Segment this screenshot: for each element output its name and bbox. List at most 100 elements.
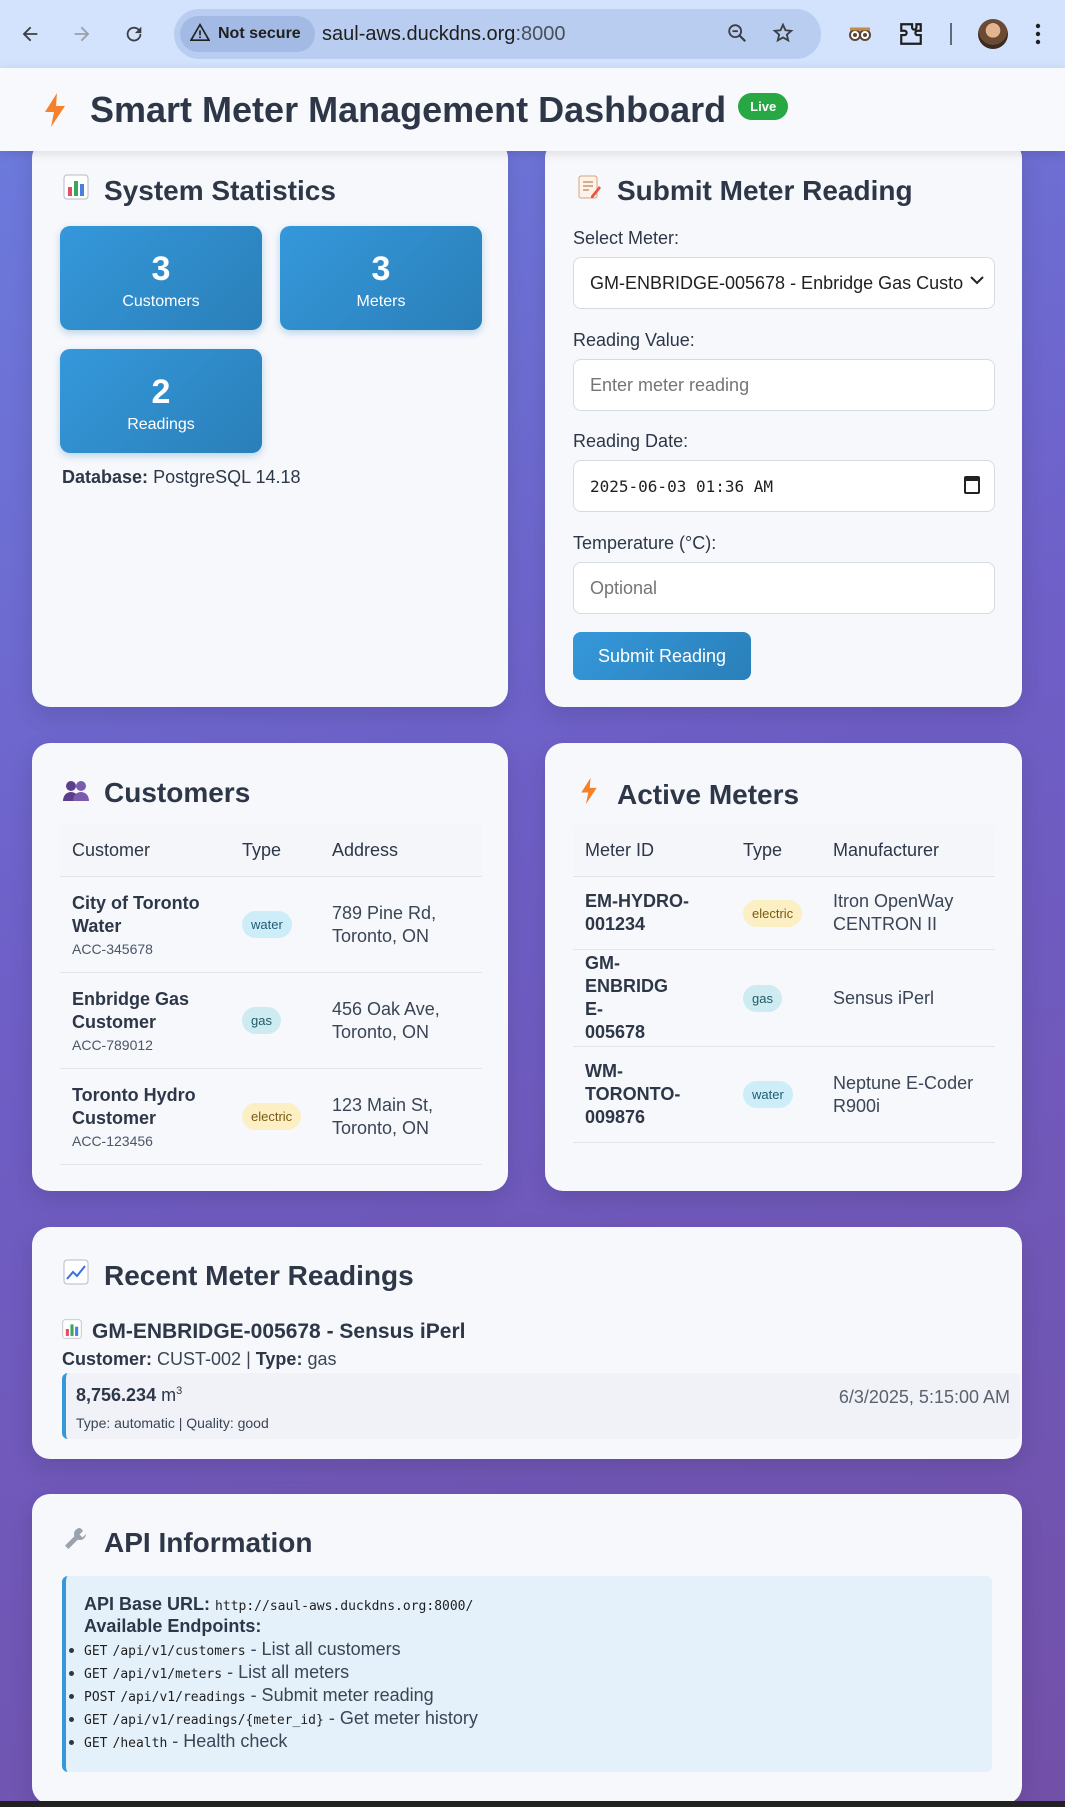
- bar-chart-icon: [62, 1319, 82, 1345]
- meter-select-value: GM-ENBRIDGE-005678 - Enbridge Gas Custo: [590, 272, 964, 293]
- temperature-placeholder: Optional: [590, 577, 658, 598]
- browser-menu-icon[interactable]: [1034, 0, 1042, 68]
- reading-customer-line: Customer: CUST-002 | Type: gas: [62, 1349, 337, 1369]
- temperature-input[interactable]: Optional: [573, 562, 995, 614]
- calendar-icon[interactable]: [964, 476, 980, 494]
- zoom-icon[interactable]: [726, 22, 748, 50]
- table-row[interactable]: WM- TORONTO- 009876 water Neptune E-Coder …: [573, 1047, 995, 1143]
- stat-label: Meters: [356, 293, 406, 310]
- chevron-down-icon: [970, 272, 984, 290]
- reload-icon[interactable]: [116, 16, 152, 52]
- endpoint-item: POST /api/v1/readings - Submit meter rea…: [69, 1685, 434, 1706]
- database-label: Database:: [62, 467, 149, 487]
- endpoint-item: GET /api/v1/readings/{meter_id} - Get me…: [69, 1708, 478, 1729]
- security-chip[interactable]: Not secure: [180, 16, 315, 52]
- bar-chart-icon: [62, 174, 90, 207]
- url-host: saul-aws.duckdns.org: [322, 23, 516, 45]
- url-text[interactable]: saul-aws.duckdns.org:8000: [322, 9, 566, 59]
- meter-manufacturer: Neptune E-Coder R900i: [833, 1072, 974, 1116]
- customer-account: ACC-123456: [72, 1133, 153, 1149]
- page-title: Smart Meter Management Dashboard: [90, 88, 727, 130]
- column-header: Manufacturer: [833, 840, 940, 860]
- endpoints-heading: Available Endpoints:: [84, 1616, 261, 1637]
- table-row[interactable]: City of Toronto Water ACC-345678 water 7…: [60, 877, 482, 973]
- reading-value: 8,756.234 m3: [76, 1385, 182, 1406]
- stat-value: 3: [371, 250, 391, 288]
- system-statistics-card: System Statistics 3 Customers 3 Meters 2…: [32, 140, 508, 707]
- extension-spy-icon[interactable]: [846, 0, 874, 68]
- back-arrow-icon[interactable]: [12, 16, 48, 52]
- endpoint-path: /api/v1/readings/{meter_id}: [112, 1713, 324, 1728]
- customers-title: Customers: [104, 777, 251, 808]
- endpoint-path: /api/v1/customers: [112, 1644, 246, 1659]
- customer-account: ACC-345678: [72, 941, 153, 957]
- type-badge: gas: [743, 984, 782, 1012]
- meters-title: Active Meters: [617, 778, 800, 810]
- endpoint-method: GET: [84, 1644, 108, 1659]
- table-row[interactable]: EM-HYDRO-001234 electric Itron OpenWay C…: [573, 877, 995, 950]
- customer-address: 123 Main St, Toronto, ON: [332, 1094, 434, 1138]
- meter-manufacturer: Itron OpenWay CENTRON II: [833, 891, 954, 934]
- profile-avatar[interactable]: [978, 0, 1008, 68]
- api-base-label: API Base URL:: [84, 1594, 211, 1614]
- meter-select[interactable]: GM-ENBRIDGE-005678 - Enbridge Gas Custo: [573, 257, 995, 309]
- endpoint-description: - List all customers: [245, 1639, 401, 1659]
- type-badge: electric: [743, 899, 803, 927]
- bookmark-star-icon[interactable]: [772, 22, 794, 50]
- table-header: Customer Type Address: [60, 825, 482, 877]
- reading-value-label: Reading Value:: [573, 330, 695, 350]
- endpoint-path: /api/v1/readings: [120, 1690, 246, 1705]
- endpoint-path: /health: [112, 1736, 168, 1751]
- wrench-icon: [62, 1526, 90, 1559]
- api-base-url-line: API Base URL: http://saul-aws.duckdns.or…: [84, 1594, 473, 1615]
- table-row[interactable]: GM- ENBRIDGE- 005678 gas Sensus iPerl: [573, 950, 995, 1047]
- card-title: Recent Meter Readings: [62, 1259, 414, 1292]
- endpoints-label: Available Endpoints:: [84, 1616, 262, 1636]
- customers-stat: 3 Customers: [60, 226, 262, 330]
- table-row[interactable]: Toronto Hydro Customer ACC-123456 electr…: [60, 1069, 482, 1165]
- extensions-puzzle-icon[interactable]: [898, 0, 924, 68]
- endpoint-method: GET: [84, 1736, 108, 1751]
- endpoint-method: GET: [84, 1667, 108, 1682]
- customer-address: 789 Pine Rd, Toronto, ON: [332, 902, 437, 946]
- reading-date-value: 2025-06-03 01:36 AM: [590, 476, 774, 496]
- temperature-label: Temperature (°C):: [573, 533, 717, 553]
- endpoint-method: GET: [84, 1713, 108, 1728]
- customer-name: City of Toronto Water: [72, 893, 200, 936]
- card-title: Customers: [62, 777, 250, 809]
- address-bar[interactable]: Not secure saul-aws.duckdns.org:8000: [174, 9, 821, 59]
- card-title: Submit Meter Reading: [575, 174, 913, 207]
- toolbar-divider: [950, 0, 952, 68]
- forward-arrow-icon[interactable]: [64, 16, 100, 52]
- security-label: Not secure: [218, 25, 301, 42]
- active-meters-card: Active Meters Meter ID Type Manufacturer…: [545, 743, 1022, 1191]
- reading-item[interactable]: 8,756.234 m3 Type: automatic | Quality: …: [62, 1373, 1020, 1439]
- customers-card: Customers Customer Type Address City of …: [32, 743, 508, 1191]
- endpoint-path: /api/v1/meters: [112, 1667, 223, 1682]
- warning-triangle-icon: [189, 22, 211, 46]
- type-badge: electric: [242, 1103, 302, 1130]
- type-value: gas: [307, 1349, 337, 1369]
- reading-value-input[interactable]: Enter meter reading: [573, 359, 995, 411]
- table-header: Meter ID Type Manufacturer: [573, 825, 995, 877]
- browser-toolbar: Not secure saul-aws.duckdns.org:8000: [0, 0, 1065, 68]
- endpoint-description: - List all meters: [222, 1662, 350, 1682]
- column-header: Meter ID: [585, 840, 655, 860]
- meter-manufacturer: Sensus iPerl: [833, 987, 935, 1008]
- api-title: API Information: [104, 1526, 313, 1558]
- submit-reading-button[interactable]: Submit Reading: [573, 632, 751, 680]
- url-port: :8000: [515, 23, 566, 45]
- table-row[interactable]: Enbridge Gas Customer ACC-789012 gas 456…: [60, 973, 482, 1069]
- column-header: Type: [743, 840, 783, 860]
- reading-date-input[interactable]: 2025-06-03 01:36 AM: [573, 460, 995, 512]
- lightning-bolt-icon: [575, 777, 603, 812]
- database-info: Database: PostgreSQL 14.18: [62, 467, 301, 488]
- memo-icon: [575, 174, 603, 207]
- customer-name: Enbridge Gas Customer: [72, 989, 190, 1032]
- people-icon: [62, 778, 90, 809]
- readings-stat: 2 Readings: [60, 349, 262, 453]
- customer-address: 456 Oak Ave, Toronto, ON: [332, 998, 440, 1042]
- reading-timestamp: 6/3/2025, 5:15:00 AM: [838, 1387, 1010, 1407]
- recent-readings-card: Recent Meter Readings GM-ENBRIDGE-005678…: [32, 1227, 1022, 1459]
- customer-value: CUST-002: [157, 1349, 242, 1369]
